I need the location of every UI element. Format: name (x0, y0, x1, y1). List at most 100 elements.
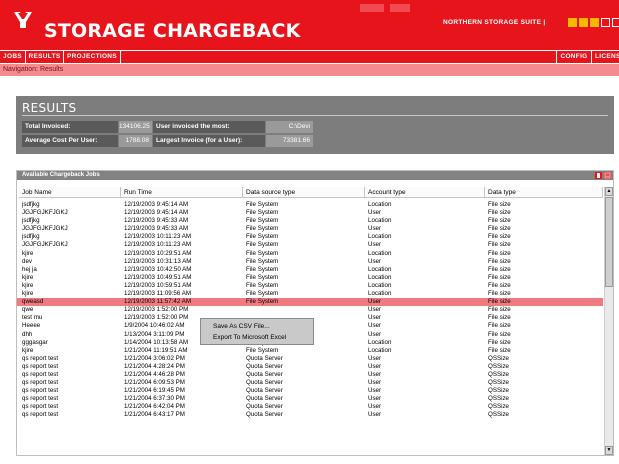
nav-projections[interactable]: PROJECTIONS (64, 51, 121, 63)
suite-swatch-yellow[interactable] (590, 18, 599, 27)
nav-licensing[interactable]: LICENSING (592, 51, 619, 63)
suite-swatch-red[interactable] (612, 18, 619, 27)
print-icon[interactable] (595, 172, 602, 179)
cell-account-type: Location (368, 217, 392, 225)
cell-job-name: kjire (22, 290, 34, 298)
cell-account-type: User (368, 314, 382, 322)
cell-run-time: 1/21/2004 11:19:51 AM (124, 346, 188, 354)
table-row[interactable]: kjire 12/19/2003 10:29:51 AM File System Lo… (17, 250, 603, 258)
nav-jobs[interactable]: JOBS (0, 51, 26, 63)
column-header-job-name[interactable]: Job Name (19, 187, 121, 198)
logo-icon (12, 9, 34, 31)
cell-run-time: 1/21/2004 6:43:17 PM (124, 411, 185, 419)
suite-swatch-red[interactable] (601, 18, 610, 27)
cell-data-source-type: File System (246, 217, 279, 225)
table-row[interactable]: jsdfjkg 12/19/2003 9:45:33 AM File System L… (17, 217, 603, 225)
table-row[interactable]: qs report test 1/21/2004 4:28:24 PM Quota … (17, 363, 603, 371)
cell-account-type: Location (368, 346, 392, 354)
menu-item-save-csv[interactable]: Save As CSV File... (201, 321, 313, 332)
cell-job-name: kjire (22, 273, 34, 281)
cell-job-name: kjire (22, 346, 34, 354)
table-row[interactable]: kjire 1/21/2004 11:19:51 AM File System Loc… (17, 347, 603, 355)
cell-run-time: 12/19/2003 10:59:51 AM (124, 281, 192, 289)
cell-data-type: File size (488, 281, 511, 289)
table-row[interactable]: jsdfjkg 12/19/2003 9:45:14 AM File System L… (17, 201, 603, 209)
cell-run-time: 12/19/2003 11:57:42 AM (124, 298, 191, 306)
cell-data-source-type (243, 306, 365, 314)
cell-job-name: qs report test (22, 403, 59, 411)
cell-job-name: JGJFGJKFJGKJ (22, 225, 68, 233)
table-row[interactable]: jsdfjkg 12/19/2003 10:11:23 AM File System… (17, 233, 603, 241)
table-row[interactable]: qs report test 1/21/2004 4:46:28 PM Quota … (17, 371, 603, 379)
cell-account-type: User (368, 411, 382, 419)
cell-data-type: QSSize (488, 411, 509, 419)
cell-run-time: 12/19/2003 10:11:23 AM (124, 233, 191, 241)
scroll-down-arrow-icon[interactable]: ▼ (605, 446, 613, 455)
cell-data-type: File size (488, 225, 511, 233)
table-row[interactable]: JGJFGJKFJGKJ 12/19/2003 9:45:33 AM File Sy… (17, 225, 603, 233)
table-row[interactable]: kjire 12/19/2003 10:59:51 AM File System Lo… (17, 282, 603, 290)
table-row[interactable]: qs report test 1/21/2004 6:42:04 PM Quota … (17, 403, 603, 411)
cell-data-type: QSSize (488, 403, 509, 411)
context-menu: Save As CSV File... Export To Microsoft … (200, 318, 314, 345)
table-row[interactable]: qs report test 1/21/2004 6:37:30 PM Quota … (17, 395, 603, 403)
cell-run-time: 12/19/2003 9:45:14 AM (124, 201, 188, 208)
cell-data-source-type: File System (246, 225, 279, 233)
table-row[interactable]: qs report test 1/21/2004 6:43:17 PM Quota … (17, 411, 603, 419)
cell-data-source-type: Quota Server (246, 403, 283, 411)
cell-account-type: User (368, 306, 382, 314)
cell-job-name: qs report test (22, 354, 59, 362)
table-row[interactable]: kjire 12/19/2003 10:49:51 AM File System Lo… (17, 274, 603, 282)
cell-account-type: User (368, 395, 382, 403)
export-icon[interactable] (604, 172, 611, 179)
scroll-thumb[interactable] (605, 197, 613, 287)
cell-data-type: QSSize (488, 354, 509, 362)
cell-run-time: 12/19/2003 9:45:14 AM (124, 209, 188, 217)
table-row[interactable]: dev 12/19/2003 10:31:13 AM File System User… (17, 258, 603, 266)
column-header-account-type[interactable]: Account type (365, 187, 485, 198)
table-row[interactable]: JGJFGJKFJGKJ 12/19/2003 10:11:23 AM File S… (17, 241, 603, 249)
jobs-panel: Available Chargeback Jobs Job Name Run T… (16, 170, 614, 456)
table-row[interactable]: kjire 12/19/2003 11:09:56 AM File System Lo… (17, 290, 603, 298)
cell-run-time: 1/21/2004 6:09:53 PM (124, 379, 185, 387)
scroll-up-arrow-icon[interactable]: ▲ (605, 187, 613, 196)
cell-account-type: User (368, 322, 382, 330)
cell-data-source-type: File System (246, 257, 279, 265)
column-header-data-source-type[interactable]: Data source type (243, 187, 365, 198)
cell-account-type: User (368, 225, 382, 233)
cell-data-type: QSSize (488, 395, 509, 403)
cell-data-source-type: File System (246, 281, 279, 289)
table-row[interactable]: qs report test 1/21/2004 6:19:45 PM Quota … (17, 387, 603, 395)
vertical-scrollbar[interactable]: ▲ ▼ (604, 187, 613, 455)
table-row[interactable]: hej ja 12/19/2003 10:42:50 AM File System L… (17, 266, 603, 274)
table-row[interactable]: qs report test 1/21/2004 3:06:02 PM Quota … (17, 355, 603, 363)
column-header-data-type[interactable]: Data type (485, 187, 603, 198)
menu-item-export-excel[interactable]: Export To Microsoft Excel (201, 332, 313, 343)
suite-swatch-yellow[interactable] (579, 18, 588, 27)
cell-account-type: Location (368, 249, 392, 257)
table-row[interactable]: qwe 12/19/2003 1:52:00 PM User File size (17, 306, 603, 314)
cell-run-time: 12/19/2003 10:49:51 AM (124, 273, 192, 281)
suite-swatch-yellow[interactable] (568, 18, 577, 27)
cell-job-name: kjire (22, 281, 34, 289)
cell-job-name: dhh (22, 330, 33, 338)
cell-job-name: qs report test (22, 362, 59, 370)
table-row[interactable]: qweasd 12/19/2003 11:57:42 AM File System U… (17, 298, 603, 307)
cell-data-source-type: Quota Server (246, 387, 283, 395)
nav-config[interactable]: CONFIG (556, 51, 592, 63)
cell-data-type: File size (488, 265, 511, 273)
cell-data-source-type: File System (246, 249, 279, 257)
column-header-run-time[interactable]: Run Time (121, 187, 243, 198)
nav-results[interactable]: RESULTS (26, 51, 64, 63)
cell-account-type: User (368, 379, 382, 387)
table-row[interactable]: JGJFGJKFJGKJ 12/19/2003 9:45:14 AM File Sy… (17, 209, 603, 217)
cell-data-source-type: Quota Server (246, 395, 283, 403)
cell-run-time: 1/21/2004 4:28:24 PM (124, 362, 185, 370)
cell-account-type: User (368, 362, 382, 370)
breadcrumb: Navigation: Results (0, 64, 619, 76)
table-row[interactable]: qs report test 1/21/2004 6:09:53 PM Quota … (17, 379, 603, 387)
total-invoiced-value: 134106.25 (119, 121, 152, 133)
header-decoration (360, 4, 384, 12)
cell-job-name: dev (22, 257, 32, 265)
avg-cost-label: Average Cost Per User: (22, 135, 118, 147)
